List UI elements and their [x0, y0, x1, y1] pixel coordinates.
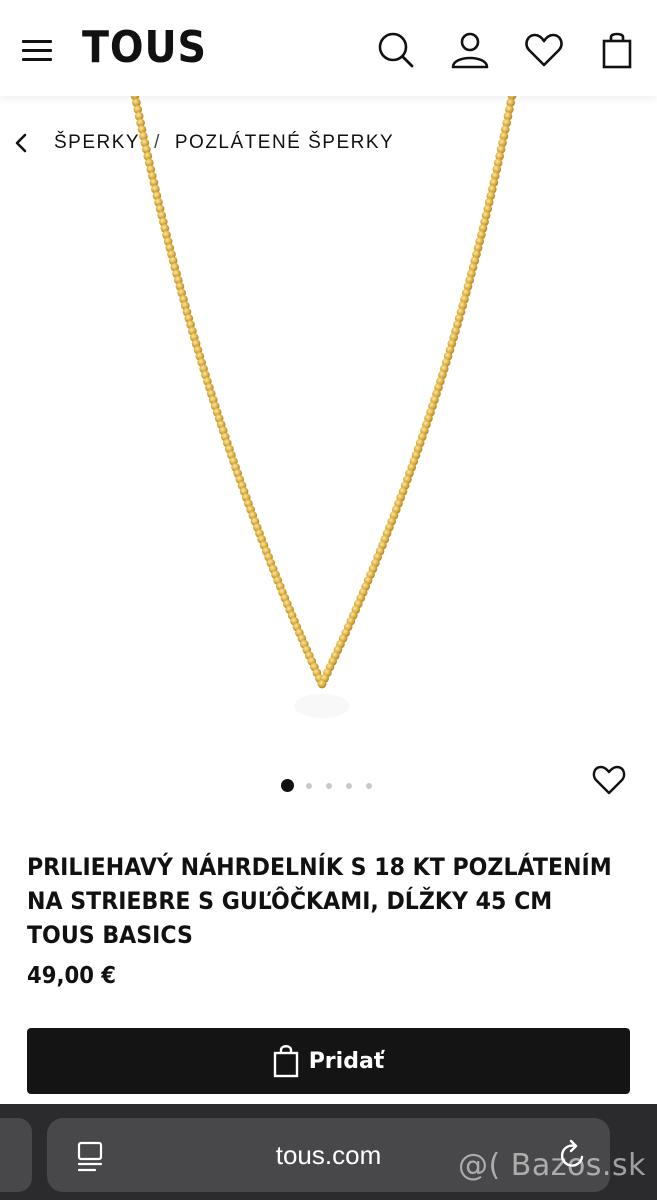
- gallery-dot[interactable]: [346, 782, 352, 789]
- product-title-line: NA STRIEBRE S GUĽÔČKAMI, DĹŽKY 45 CM: [27, 887, 553, 915]
- product-image-necklace[interactable]: [0, 96, 657, 766]
- search-icon[interactable]: [376, 30, 416, 70]
- wishlist-heart-icon[interactable]: [592, 764, 626, 796]
- gallery-dot[interactable]: [366, 782, 372, 789]
- brand-logo[interactable]: TOUS: [82, 22, 207, 73]
- product-price: 49,00 €: [27, 963, 117, 989]
- breadcrumb-separator: /: [154, 132, 161, 153]
- gallery-dot[interactable]: [326, 782, 332, 789]
- site-header: TOUS: [0, 0, 657, 96]
- chevron-left-icon[interactable]: [12, 132, 32, 154]
- watermark: @( Bazos.sk: [458, 1148, 646, 1183]
- shopping-bag-icon: [273, 1045, 298, 1078]
- breadcrumb: ŠPERKY / POZLÁTENÉ ŠPERKY: [12, 128, 394, 158]
- breadcrumb-item-pozlatene-sperky[interactable]: POZLÁTENÉ ŠPERKY: [175, 132, 394, 154]
- product-title: PRILIEHAVÝ NÁHRDELNÍK S 18 KT POZLÁTENÍM…: [27, 850, 625, 952]
- menu-icon[interactable]: [22, 38, 54, 62]
- user-icon[interactable]: [450, 30, 490, 70]
- gallery-dot[interactable]: [306, 782, 312, 789]
- heart-icon[interactable]: [524, 30, 564, 70]
- product-title-line: TOUS BASICS: [27, 921, 193, 949]
- gallery-pagination: [281, 779, 386, 792]
- gallery-dot[interactable]: [281, 779, 294, 792]
- breadcrumb-item-sperky[interactable]: ŠPERKY: [54, 132, 140, 154]
- previous-tab[interactable]: [0, 1118, 32, 1192]
- product-title-line: PRILIEHAVÝ NÁHRDELNÍK S 18 KT POZLÁTENÍM: [27, 853, 612, 881]
- add-to-cart-label: Pridať: [308, 1048, 385, 1074]
- shopping-bag-icon[interactable]: [597, 30, 637, 70]
- add-to-cart-button[interactable]: Pridať: [27, 1028, 630, 1094]
